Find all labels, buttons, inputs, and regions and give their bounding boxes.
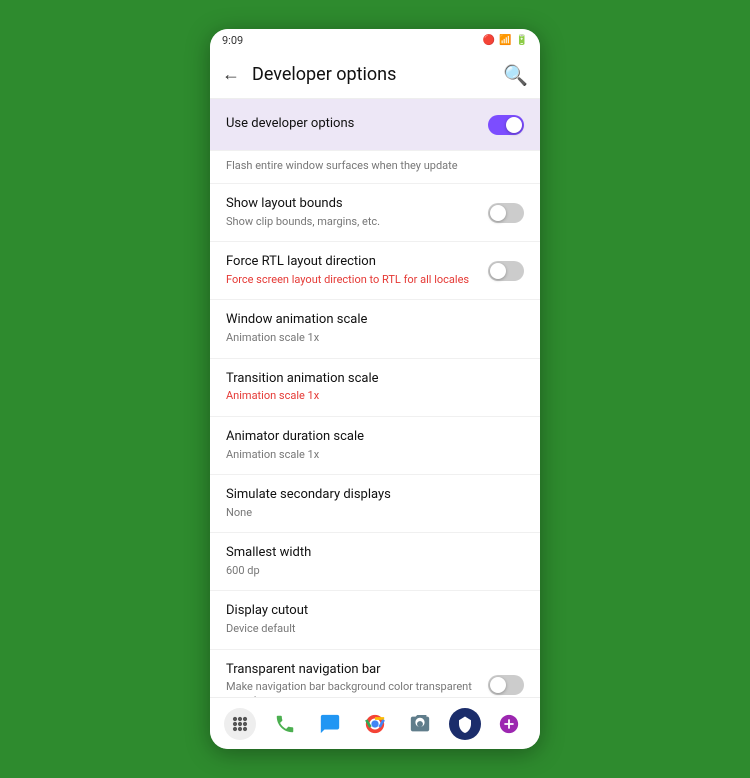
setting-simulate-displays[interactable]: Simulate secondary displays None: [210, 475, 540, 533]
wifi-icon: 📶: [499, 35, 511, 46]
flash-window-subtitle: Flash entire window surfaces when they u…: [226, 159, 480, 173]
nav-phone-icon[interactable]: [269, 708, 301, 740]
status-icons: 🔴 📶 🔋: [483, 35, 528, 46]
toggle-force-rtl[interactable]: [488, 261, 524, 281]
setting-title: Force RTL layout direction: [226, 254, 480, 271]
battery-icon: 🔴: [483, 35, 495, 46]
toggle-show-layout-bounds[interactable]: [488, 203, 524, 223]
page-title: Developer options: [252, 64, 503, 85]
setting-title: Transition animation scale: [226, 371, 516, 388]
setting-smallest-width[interactable]: Smallest width 600 dp: [210, 533, 540, 591]
setting-title: Smallest width: [226, 545, 516, 562]
setting-animator-duration[interactable]: Animator duration scale Animation scale …: [210, 417, 540, 475]
settings-content: Use developer options Flash entire windo…: [210, 99, 540, 697]
setting-subtitle: 600 dp: [226, 564, 516, 578]
setting-title: Simulate secondary displays: [226, 487, 516, 504]
setting-title: Animator duration scale: [226, 429, 516, 446]
setting-subtitle: Animation scale 1x: [226, 331, 516, 345]
setting-force-rtl[interactable]: Force RTL layout direction Force screen …: [210, 242, 540, 300]
setting-use-developer-options[interactable]: Use developer options: [210, 99, 540, 151]
status-bar: 9:09 🔴 📶 🔋: [210, 29, 540, 51]
nav-onepassword-icon[interactable]: [449, 708, 481, 740]
setting-window-animation[interactable]: Window animation scale Animation scale 1…: [210, 300, 540, 358]
setting-title: Use developer options: [226, 116, 480, 133]
setting-flash-window: Flash entire window surfaces when they u…: [210, 151, 540, 184]
setting-transition-animation[interactable]: Transition animation scale Animation sca…: [210, 359, 540, 417]
back-button[interactable]: ←: [222, 64, 240, 85]
toggle-transparent-nav[interactable]: [488, 675, 524, 695]
setting-subtitle: None: [226, 506, 516, 520]
status-time: 9:09: [222, 34, 243, 47]
search-button[interactable]: 🔍: [503, 63, 528, 87]
setting-title: Show layout bounds: [226, 196, 480, 213]
nav-camera-icon[interactable]: [404, 708, 436, 740]
setting-show-layout-bounds[interactable]: Show layout bounds Show clip bounds, mar…: [210, 184, 540, 242]
signal-icon: 🔋: [516, 35, 528, 46]
setting-title: Display cutout: [226, 603, 516, 620]
setting-title: Window animation scale: [226, 312, 516, 329]
setting-title: Transparent navigation bar: [226, 662, 480, 679]
setting-subtitle: Make navigation bar background color tra…: [226, 680, 480, 697]
setting-subtitle: Device default: [226, 622, 516, 636]
nav-messages-icon[interactable]: [314, 708, 346, 740]
setting-subtitle: Show clip bounds, margins, etc.: [226, 215, 480, 229]
setting-display-cutout[interactable]: Display cutout Device default: [210, 591, 540, 649]
nav-more-icon[interactable]: [493, 708, 525, 740]
setting-subtitle: Animation scale 1x: [226, 389, 516, 403]
nav-chrome-icon[interactable]: [359, 708, 391, 740]
app-bar: ← Developer options 🔍: [210, 51, 540, 99]
setting-subtitle: Animation scale 1x: [226, 448, 516, 462]
toggle-use-developer-options[interactable]: [488, 115, 524, 135]
bottom-navigation: [210, 697, 540, 749]
setting-transparent-nav[interactable]: Transparent navigation bar Make navigati…: [210, 650, 540, 698]
nav-apps-icon[interactable]: [224, 708, 256, 740]
phone-frame: 9:09 🔴 📶 🔋 ← Developer options 🔍 Use dev…: [210, 29, 540, 749]
setting-subtitle: Force screen layout direction to RTL for…: [226, 273, 480, 287]
